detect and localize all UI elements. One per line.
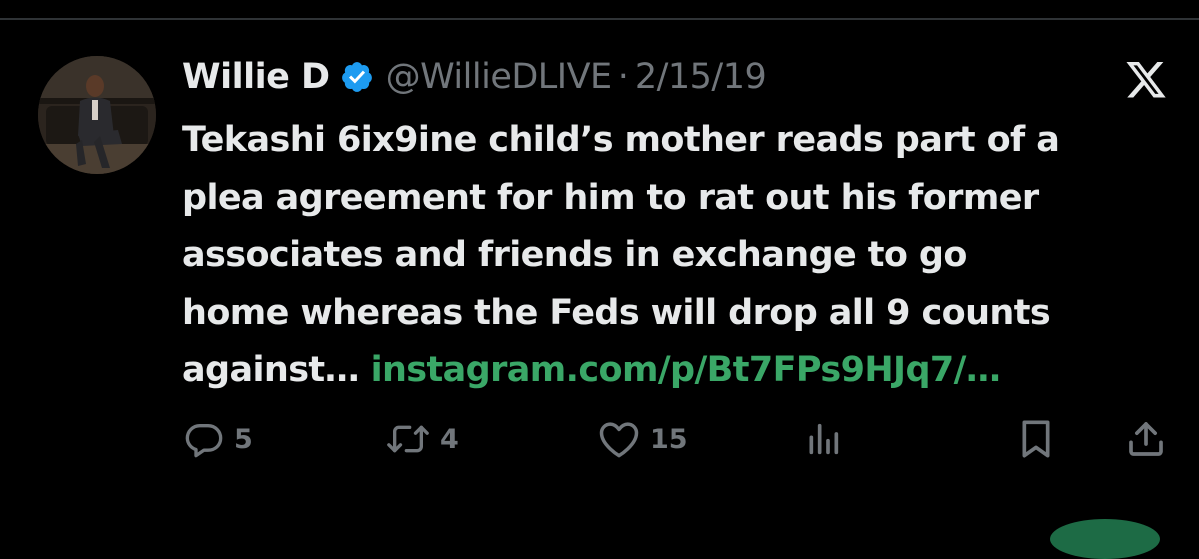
verified-badge-icon bbox=[340, 60, 374, 94]
bookmark-button[interactable] bbox=[1018, 414, 1054, 464]
tweet-header: Willie D @WillieDLIVE · 2/15/19 bbox=[182, 52, 767, 102]
share-button[interactable] bbox=[1126, 414, 1166, 464]
reply-button[interactable]: 5 bbox=[184, 414, 253, 464]
author-handle[interactable]: @WillieDLIVE bbox=[386, 57, 613, 97]
header-separator: · bbox=[617, 57, 629, 97]
tweet-text-line: home whereas the Feds will drop all 9 co… bbox=[182, 292, 1051, 333]
views-button[interactable] bbox=[806, 414, 840, 464]
retweet-count: 4 bbox=[440, 423, 459, 455]
retweet-icon bbox=[386, 419, 430, 459]
x-logo-icon[interactable] bbox=[1124, 62, 1168, 102]
avatar[interactable] bbox=[38, 56, 156, 174]
heart-icon bbox=[598, 419, 640, 459]
reply-icon bbox=[184, 419, 224, 459]
like-count: 15 bbox=[650, 423, 688, 455]
reply-count: 5 bbox=[234, 423, 253, 455]
tweet-body: Tekashi 6ix9ine child’s mother reads par… bbox=[182, 112, 1182, 400]
tweet-text-line: associates and friends in exchange to go bbox=[182, 235, 967, 275]
author-name[interactable]: Willie D bbox=[182, 57, 330, 97]
top-divider bbox=[0, 18, 1199, 20]
tweet-text-prefix: against… bbox=[182, 350, 371, 390]
bookmark-icon bbox=[1018, 419, 1054, 459]
share-icon bbox=[1126, 419, 1166, 459]
floating-compose-button-edge[interactable] bbox=[1050, 519, 1160, 559]
action-bar: 5 4 15 bbox=[182, 414, 1172, 464]
tweet-text-line: plea agreement for him to rat out his fo… bbox=[182, 177, 1039, 218]
tweet-date[interactable]: 2/15/19 bbox=[635, 57, 767, 97]
tweet-text-line-last: against… instagram.com/p/Bt7FPs9HJq7/… bbox=[182, 342, 1182, 400]
tweet-text-line: Tekashi 6ix9ine child’s mother reads par… bbox=[182, 120, 1060, 160]
instagram-link[interactable]: instagram.com/p/Bt7FPs9HJq7/… bbox=[371, 350, 1001, 390]
views-icon bbox=[806, 419, 840, 459]
like-button[interactable]: 15 bbox=[598, 414, 688, 464]
retweet-button[interactable]: 4 bbox=[386, 414, 459, 464]
